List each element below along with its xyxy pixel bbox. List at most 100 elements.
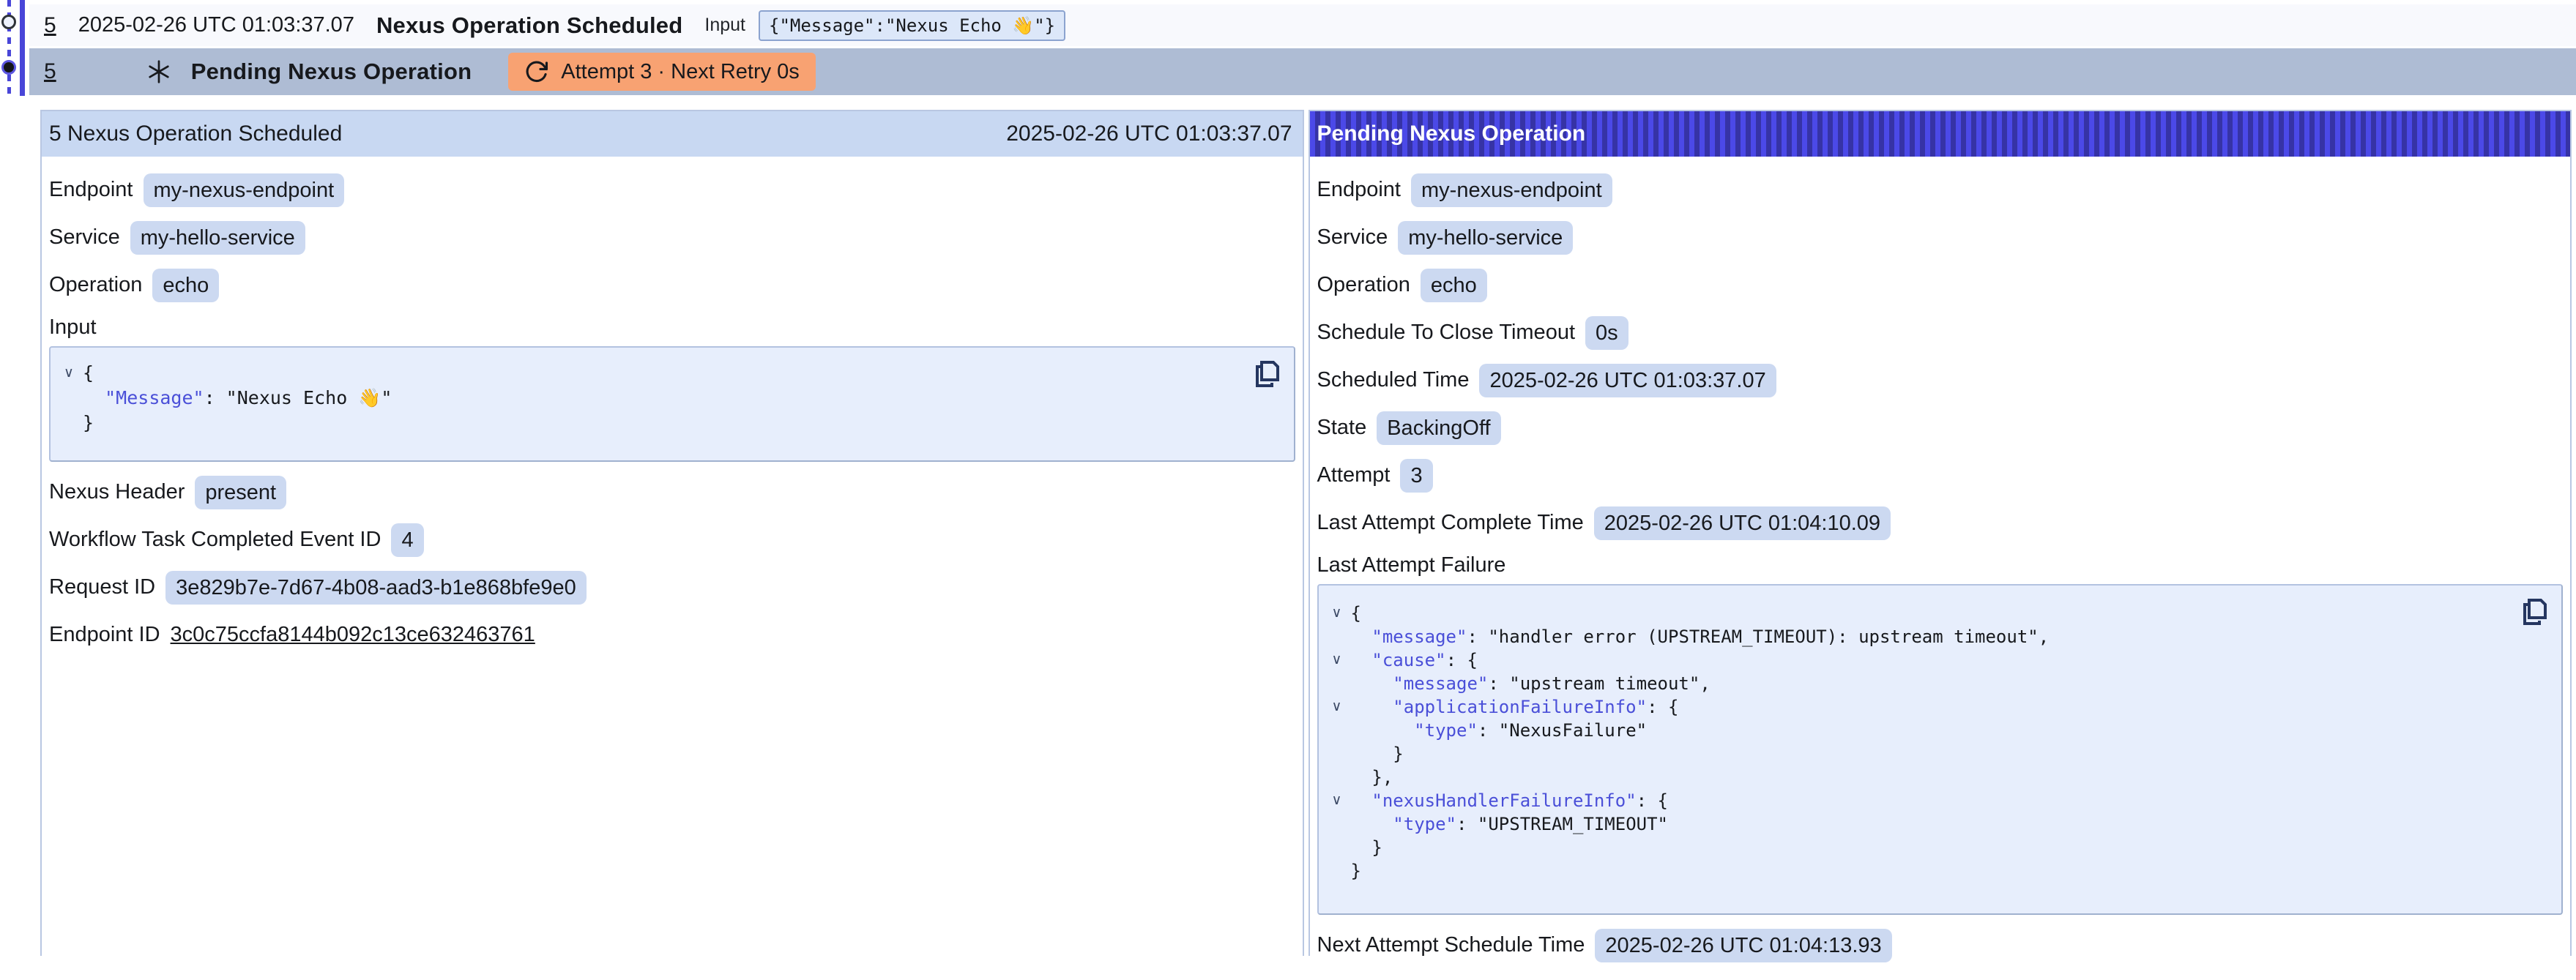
field-label: Nexus Header [49,480,185,504]
field-label: Operation [49,273,142,297]
timeline-rail [0,0,29,96]
json-line: "message": "upstream timeout", [1323,672,2511,695]
field-value-badge: echo [1421,269,1487,302]
field-value-badge: 2025-02-26 UTC 01:04:10.09 [1594,506,1891,540]
json-line: "type": "UPSTREAM_TIMEOUT" [1323,812,2511,836]
field-label: Endpoint [49,178,133,202]
pending-event-id-link[interactable]: 5 [44,59,56,84]
json-line: ∨ "applicationFailureInfo": { [1323,695,2511,719]
json-text: { [83,361,94,386]
attempt-badge-text: Attempt 3 · Next Retry 0s [561,60,800,84]
field-row-request-id: Request ID 3e829b7e-7d67-4b08-aad3-b1e868… [49,570,1295,605]
left-panel-header: 5 Nexus Operation Scheduled 2025-02-26 U… [42,111,1303,157]
event-detail-panels: 5 Nexus Operation Scheduled 2025-02-26 U… [40,110,2572,956]
copy-button[interactable] [2520,597,2548,628]
event-input-label: Input [704,15,745,36]
right-fields-top: Endpointmy-nexus-endpointServicemy-hello… [1317,173,2564,540]
json-line: } [1323,742,2511,766]
field-label: Operation [1317,273,1410,297]
event-row-pending-nexus-operation[interactable]: 5 Pending Nexus Operation Attempt 3 · Ne… [29,48,2576,95]
event-id-link[interactable]: 5 [44,13,56,38]
json-line: }, [1323,766,2511,789]
left-panel-title: 5 Nexus Operation Scheduled [49,121,342,146]
field-value-badge: my-hello-service [130,221,305,255]
field-row-state: StateBackingOff [1317,411,2564,445]
field-value-badge: echo [152,269,219,302]
input-section-label: Input [49,314,1295,340]
field-row-service: Service my-hello-service [49,220,1295,255]
field-label: Service [49,225,120,250]
field-value-link[interactable]: 3c0c75ccfa8144b092c13ce632463761 [171,623,535,647]
timeline-active-bar [20,0,25,96]
gutter-spacer [1323,672,1351,695]
gutter-spacer [1323,625,1351,648]
json-text: "message": "handler error (UPSTREAM_TIME… [1351,625,2050,648]
field-label: Endpoint ID [49,623,160,647]
chevron-down-icon[interactable]: ∨ [55,361,83,386]
field-row-attempt: Attempt 3 [1317,458,2564,493]
json-text: "message": "upstream timeout", [1351,672,1710,695]
json-line: } [1323,836,2511,859]
json-text: "type": "UPSTREAM_TIMEOUT" [1351,812,1668,836]
json-line: ∨{ [1323,602,2511,625]
field-row-scheduled-time: Scheduled Time 2025-02-26 UTC 01:03:37.07 [1317,363,2564,397]
field-value-badge: 3e829b7e-7d67-4b08-aad3-b1e868bfe9e0 [165,571,587,605]
json-text: "type": "NexusFailure" [1351,719,1648,742]
left-panel-timestamp: 2025-02-26 UTC 01:03:37.07 [1006,121,1292,146]
json-text: "nexusHandlerFailureInfo": { [1351,789,1669,812]
gutter-spacer [1323,742,1351,766]
field-value-badge: 2025-02-26 UTC 01:04:13.93 [1595,929,1891,962]
json-text: { [1351,602,1361,625]
json-line: } [1323,859,2511,883]
input-json-viewer: ∨{ "Message": "Nexus Echo 👋"} [49,346,1295,462]
panel-nexus-operation-scheduled: 5 Nexus Operation Scheduled 2025-02-26 U… [40,110,1304,956]
asterisk-icon [146,59,172,85]
field-label: Request ID [49,575,155,599]
event-row-nexus-operation-scheduled[interactable]: 5 2025-02-26 UTC 01:03:37.07 Nexus Opera… [29,4,2576,46]
copy-button[interactable] [1253,359,1281,390]
panel-pending-nexus-operation: Pending Nexus Operation Endpointmy-nexus… [1309,110,2572,956]
field-row-endpoint-id: Endpoint ID 3c0c75ccfa8144b092c13ce632463… [49,618,1295,652]
field-label: Last Attempt Complete Time [1317,511,1584,535]
field-row-next-attempt-schedule-time: Next Attempt Schedule Time2025-02-26 UTC… [1317,928,2564,962]
field-value-badge: 3 [1400,459,1432,493]
field-row-schedule-to-close-timeout: Schedule To Close Timeout0s [1317,315,2564,350]
failure-section-label: Last Attempt Failure [1317,552,2564,578]
gutter-spacer [1323,719,1351,742]
field-value-badge: my-nexus-endpoint [1411,173,1612,207]
field-label: Attempt [1317,463,1391,487]
field-value-badge: my-nexus-endpoint [144,173,345,207]
json-line: "type": "NexusFailure" [1323,719,2511,742]
pending-event-title: Pending Nexus Operation [191,59,472,85]
chevron-down-icon[interactable]: ∨ [1323,602,1351,625]
json-line: ∨ "nexusHandlerFailureInfo": { [1323,789,2511,812]
event-timestamp: 2025-02-26 UTC 01:03:37.07 [78,13,354,37]
chevron-down-icon[interactable]: ∨ [1323,789,1351,812]
json-text: "cause": { [1351,648,1478,672]
field-row-operation: Operation echo [1317,268,2564,302]
field-value-badge: 4 [391,523,423,557]
json-text: } [1351,859,1361,883]
left-fields-bottom: Nexus Header present Workflow Task Complet… [49,475,1295,652]
attempt-retry-badge: Attempt 3 · Next Retry 0s [508,53,816,91]
timeline-node-current-icon [1,60,16,75]
field-label: Scheduled Time [1317,368,1470,392]
field-value-badge: 2025-02-26 UTC 01:03:37.07 [1479,364,1776,397]
gutter-spacer [1323,859,1351,883]
field-row-workflow-task-completed-event-id: Workflow Task Completed Event ID4 [49,523,1295,557]
gutter-spacer [1323,812,1351,836]
json-text: } [1351,836,1382,859]
gutter-spacer [55,386,83,411]
event-input-preview-chip: {"Message":"Nexus Echo 👋"} [759,10,1065,41]
right-panel-title: Pending Nexus Operation [1317,121,1586,146]
field-value-badge: present [195,476,286,509]
chevron-down-icon[interactable]: ∨ [1323,695,1351,719]
json-text: "Message": "Nexus Echo 👋" [83,386,392,411]
failure-json-viewer: ∨{ "message": "handler error (UPSTREAM_T… [1317,584,2564,915]
json-line: ∨{ [55,361,1243,386]
field-row-service: Servicemy-hello-service [1317,220,2564,255]
field-label: State [1317,416,1367,440]
chevron-down-icon[interactable]: ∨ [1323,648,1351,672]
gutter-spacer [55,411,83,435]
json-text: "applicationFailureInfo": { [1351,695,1679,719]
